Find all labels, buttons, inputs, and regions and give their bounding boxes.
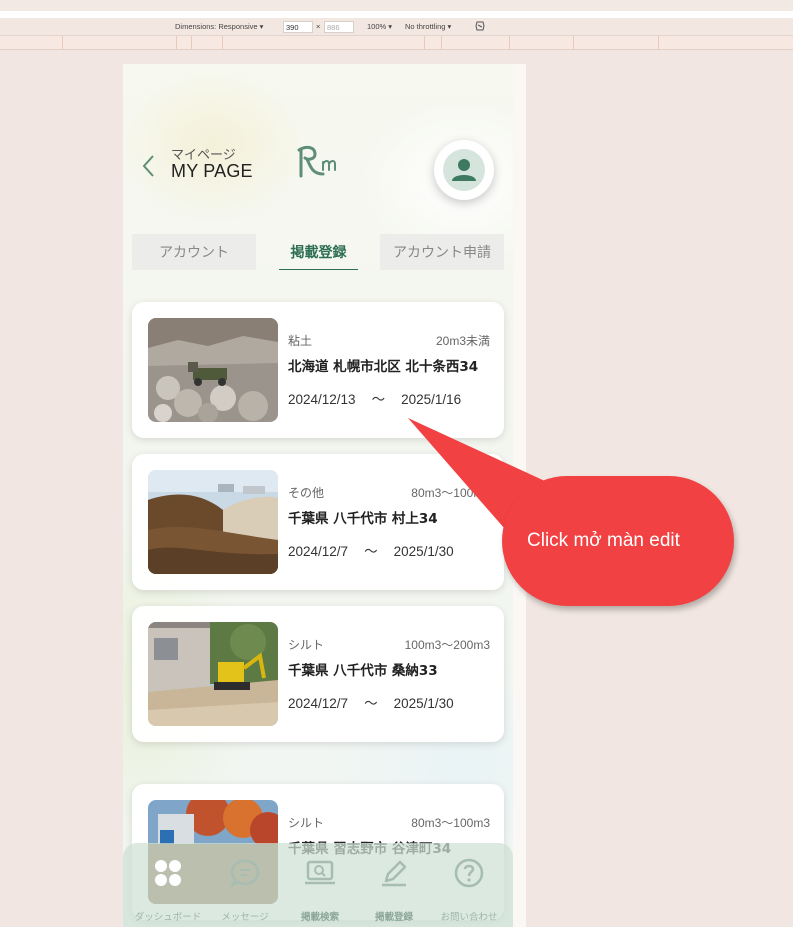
nav-label: ダッシュボード xyxy=(134,912,202,923)
nav-label: 掲載登録 xyxy=(374,912,413,923)
tab-label: アカウント xyxy=(159,244,229,260)
volume-range: 20m3未満 xyxy=(435,334,490,348)
listing-address: 千葉県 八千代市 村上34 xyxy=(288,511,438,527)
nav-listing-search[interactable]: 掲載検索 xyxy=(281,843,359,927)
listing-period: 2024/12/13 〜 2025/1/16 xyxy=(288,388,461,408)
bottom-navigation: ダッシュボード メッセージ 掲載検索 掲載登録 お問い合わせ xyxy=(123,843,513,927)
start-date: 2024/12/7 xyxy=(288,544,349,559)
listing-card[interactable]: 粘土 20m3未満 北海道 札幌市北区 北十条西34 2024/12/13 〜 20… xyxy=(132,302,504,438)
tab-listing-registration[interactable]: 掲載登録 xyxy=(279,234,358,270)
end-date: 2025/1/30 xyxy=(393,696,454,711)
end-date: 2025/1/16 xyxy=(401,392,462,407)
devtools-divider xyxy=(0,11,793,18)
listing-photo xyxy=(148,622,278,726)
listing-period: 2024/12/7 〜 2025/1/30 xyxy=(288,540,454,560)
listing-address: 千葉県 八千代市 桑納33 xyxy=(288,663,438,679)
nav-label: メッセージ xyxy=(221,912,269,923)
listing-card[interactable]: その他 80m3〜100m3 千葉県 八千代市 村上34 2024/12/7 〜 2… xyxy=(132,454,504,590)
chevron-left-icon[interactable] xyxy=(141,154,157,178)
soil-type: シルト xyxy=(288,638,325,652)
devtools-ruler xyxy=(0,36,793,50)
start-date: 2024/12/13 xyxy=(288,392,356,407)
start-date: 2024/12/7 xyxy=(288,696,349,711)
listing-card[interactable]: シルト 100m3〜200m3 千葉県 八千代市 桑納33 2024/12/7 〜… xyxy=(132,606,504,742)
volume-range: 80m3〜100m3 xyxy=(411,816,490,830)
devtools-width-input[interactable]: 390 xyxy=(283,21,313,33)
nav-messages[interactable]: メッセージ xyxy=(206,843,284,927)
end-date: 2025/1/30 xyxy=(393,544,454,559)
devtools-toolbar xyxy=(0,18,793,36)
tab-account[interactable]: アカウント xyxy=(132,234,256,270)
dashboard-icon xyxy=(155,860,181,886)
soil-type: シルト xyxy=(288,816,325,830)
edit-icon xyxy=(382,860,407,887)
volume-range: 100m3〜200m3 xyxy=(404,638,490,652)
mobile-viewport: マイページ MY PAGE アカウント 掲載登録 アカウント申請 粘土 20m3… xyxy=(123,64,513,927)
annotation-callout: Click mở màn edit xyxy=(502,476,734,606)
soil-type: 粘土 xyxy=(288,334,313,348)
listing-address: 北海道 札幌市北区 北十条西34 xyxy=(288,359,479,375)
devtools-throttling-select[interactable]: No throttling ▾ xyxy=(405,22,451,31)
devtools-separator: × xyxy=(316,22,321,31)
listing-photo xyxy=(148,318,278,422)
nav-label: 掲載検索 xyxy=(300,912,339,923)
tab-label: アカウント申請 xyxy=(393,244,491,260)
brand-logo[interactable] xyxy=(295,142,343,182)
volume-range: 80m3〜100m3 xyxy=(411,486,490,500)
nav-label: お問い合わせ xyxy=(440,912,498,923)
rotate-icon[interactable] xyxy=(474,20,486,32)
nav-contact[interactable]: お問い合わせ xyxy=(430,843,508,927)
callout-text: Click mở màn edit xyxy=(527,530,680,551)
devtools-zoom-select[interactable]: 100% ▾ xyxy=(367,22,392,31)
listing-period: 2024/12/7 〜 2025/1/30 xyxy=(288,692,454,712)
nav-listing-registration[interactable]: 掲載登録 xyxy=(355,843,433,927)
page-title: MY PAGE xyxy=(171,161,253,181)
avatar-button[interactable] xyxy=(434,140,494,200)
period-separator: 〜 xyxy=(364,696,378,711)
devtools-dimensions-select[interactable]: Dimensions: Responsive ▾ xyxy=(175,22,263,31)
listing-photo xyxy=(148,470,278,574)
message-icon xyxy=(230,859,260,888)
period-separator: 〜 xyxy=(364,544,378,559)
tab-account-application[interactable]: アカウント申請 xyxy=(380,234,504,270)
nav-dashboard[interactable]: ダッシュボード xyxy=(129,843,207,927)
period-separator: 〜 xyxy=(371,392,386,407)
tab-label: 掲載登録 xyxy=(290,243,347,260)
user-icon xyxy=(452,159,476,181)
devtools-height-input[interactable]: 886 xyxy=(324,21,354,33)
soil-type: その他 xyxy=(288,486,325,500)
search-listing-icon xyxy=(305,860,335,885)
help-icon xyxy=(454,858,484,888)
